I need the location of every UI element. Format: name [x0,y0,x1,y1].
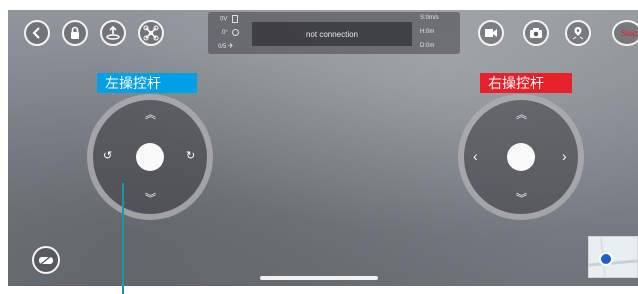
angle-value: 0° [222,30,228,37]
battery-readout: 0V [220,15,239,24]
right-joystick-label: 右操控杆 [480,73,572,93]
telemetry-panel: 0V 0° 0/5 ✈ not connection S:0m/s H:0m D… [208,12,460,54]
distance-readout: D:0m [420,43,435,49]
speed-readout: S:0m/s [420,15,439,21]
right-joystick-knob[interactable] [507,143,535,171]
lock-icon[interactable] [62,20,88,46]
height-readout: H:0m [420,29,435,35]
gamepad-off-icon[interactable] [32,246,60,274]
stop-button[interactable]: Stop [612,20,638,46]
rotate-right-icon: ↻ [186,150,196,162]
pitch-forward-icon: ︽ [516,109,527,121]
roll-left-icon: ‹ [473,148,478,164]
drone-control-screen: 0V 0° 0/5 ✈ not connection S:0m/s H:0m D… [8,10,638,286]
compass-icon [232,29,240,36]
annotation-pointer-line [122,183,124,294]
camera-icon[interactable] [523,20,549,46]
throttle-up-icon: ︽ [145,109,156,121]
throttle-down-icon: ︾ [145,193,156,205]
drone-icon[interactable] [138,20,164,46]
takeoff-icon[interactable] [100,20,126,46]
map-thumbnail-icon[interactable] [588,236,638,278]
battery-value: 0V [220,16,228,23]
battery-icon [232,15,239,23]
video-record-icon[interactable] [478,20,504,46]
left-joystick-label: 左操控杆 [97,73,197,93]
stop-label: Stop [620,28,638,38]
roll-right-icon: › [562,148,567,164]
rotate-left-icon: ↺ [103,150,113,162]
pitch-back-icon: ︾ [516,193,527,205]
satellite-readout: 0/5 ✈ [218,43,234,51]
satellite-value: 0/5 [218,44,227,50]
back-icon[interactable] [24,20,50,46]
left-joystick-knob[interactable] [136,143,164,171]
home-indicator [260,276,378,280]
connection-status: not connection [252,22,412,46]
left-joystick[interactable]: ︽ ︾ ↺ ↻ [87,94,213,220]
right-joystick[interactable]: ︽ ︾ ‹ › [458,94,584,220]
satellite-icon: ✈ [228,43,234,50]
waypoint-icon[interactable] [565,20,591,46]
angle-readout: 0° [222,29,240,37]
